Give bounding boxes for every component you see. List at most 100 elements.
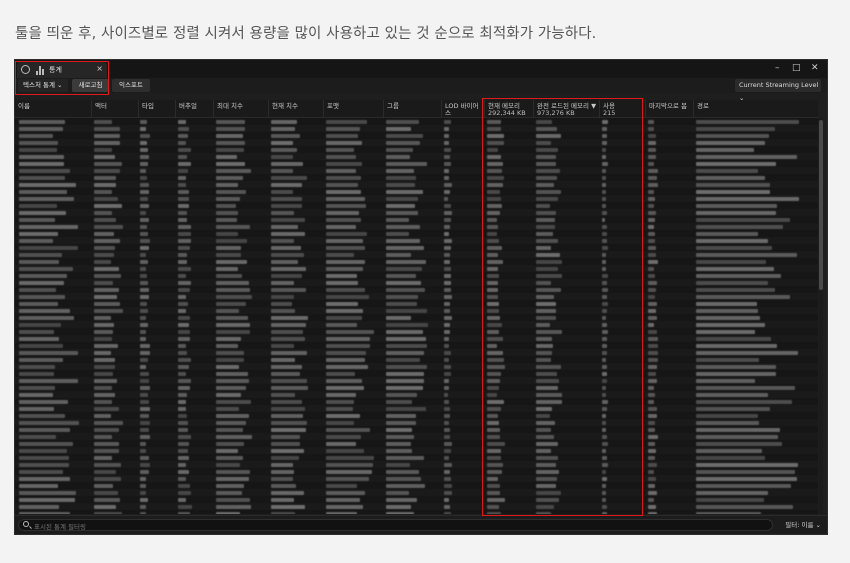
table-cell: [216, 162, 245, 166]
table-row[interactable]: [15, 342, 818, 349]
table-row[interactable]: [15, 391, 818, 398]
table-cell: [178, 358, 192, 362]
table-row[interactable]: [15, 272, 818, 279]
filter-dropdown[interactable]: 필터: 이름 ⌄: [785, 519, 821, 529]
table-row[interactable]: [15, 370, 818, 377]
table-row[interactable]: [15, 293, 818, 300]
table-row[interactable]: [15, 202, 818, 209]
table-row[interactable]: [15, 286, 818, 293]
table-row[interactable]: [15, 405, 818, 412]
table-cell: [140, 260, 149, 264]
table-row[interactable]: [15, 209, 818, 216]
table-row[interactable]: [15, 153, 818, 160]
column-max-dimension[interactable]: 최대 치수: [213, 100, 268, 117]
table-row[interactable]: [15, 307, 818, 314]
column-format[interactable]: 포맷: [323, 100, 383, 117]
export-button[interactable]: 익스포트: [112, 79, 150, 92]
table-row[interactable]: [15, 433, 818, 440]
table-cell: [178, 386, 190, 390]
table-row[interactable]: [15, 398, 818, 405]
column-current-dimension[interactable]: 현재 치수: [268, 100, 323, 117]
column-type[interactable]: 타입: [138, 100, 175, 117]
table-row[interactable]: [15, 265, 818, 272]
table-row[interactable]: [15, 244, 818, 251]
footer-bar: 표시된 통계 필터링 필터: 이름 ⌄: [15, 515, 827, 534]
table-row[interactable]: [15, 496, 818, 503]
table-row[interactable]: [15, 125, 818, 132]
table-row[interactable]: [15, 447, 818, 454]
table-cell: [326, 379, 363, 383]
table-row[interactable]: [15, 440, 818, 447]
table-row[interactable]: [15, 174, 818, 181]
table-row[interactable]: [15, 321, 818, 328]
scrollbar-thumb[interactable]: [819, 120, 823, 290]
table-cell: [178, 344, 187, 348]
column-last-seen[interactable]: 마지막으로 봄: [645, 100, 693, 117]
table-row[interactable]: [15, 356, 818, 363]
column-lod-bias[interactable]: LOD 바이어스: [441, 100, 484, 117]
table-row[interactable]: [15, 216, 818, 223]
minimize-button[interactable]: –: [775, 63, 780, 73]
table-row[interactable]: [15, 279, 818, 286]
table-cell: [386, 442, 412, 446]
table-cell: [326, 400, 354, 404]
table-row[interactable]: [15, 132, 818, 139]
table-row[interactable]: [15, 181, 818, 188]
table-cell: [444, 148, 452, 152]
table-row[interactable]: [15, 314, 818, 321]
table-row[interactable]: [15, 160, 818, 167]
table-row[interactable]: [15, 146, 818, 153]
table-row[interactable]: [15, 412, 818, 419]
table-cell: [140, 379, 150, 383]
table-row[interactable]: [15, 461, 818, 468]
table-cell: [178, 498, 187, 502]
maximize-button[interactable]: □: [792, 63, 801, 73]
table-cell: [140, 197, 148, 201]
table-cell: [648, 148, 656, 152]
table-row[interactable]: [15, 195, 818, 202]
table-row[interactable]: [15, 258, 818, 265]
table-row[interactable]: [15, 335, 818, 342]
column-name[interactable]: 이름: [15, 100, 91, 117]
filter-search-input[interactable]: 표시된 통계 필터링: [18, 519, 773, 531]
column-virtual[interactable]: 버추얼: [175, 100, 213, 117]
close-button[interactable]: ✕: [811, 63, 819, 73]
table-row[interactable]: [15, 363, 818, 370]
table-row[interactable]: [15, 377, 818, 384]
table-row[interactable]: [15, 223, 818, 230]
table-row[interactable]: [15, 118, 818, 125]
table-cell: [444, 421, 450, 425]
table-row[interactable]: [15, 349, 818, 356]
table-row[interactable]: [15, 426, 818, 433]
column-group[interactable]: 그룹: [383, 100, 441, 117]
table-row[interactable]: [15, 328, 818, 335]
table-cell: [94, 491, 119, 495]
streaming-level-dropdown[interactable]: Current Streaming Level ⌄: [735, 79, 821, 102]
table-row[interactable]: [15, 468, 818, 475]
table-row[interactable]: [15, 300, 818, 307]
table-row[interactable]: [15, 167, 818, 174]
table-row[interactable]: [15, 419, 818, 426]
table-row[interactable]: [15, 489, 818, 496]
table-cell: [648, 442, 656, 446]
stats-table-body[interactable]: [15, 118, 818, 514]
table-row[interactable]: [15, 230, 818, 237]
table-row[interactable]: [15, 139, 818, 146]
table-cell: [696, 267, 775, 271]
table-row[interactable]: [15, 237, 818, 244]
table-row[interactable]: [15, 188, 818, 195]
table-row[interactable]: [15, 482, 818, 489]
table-cell: [178, 400, 187, 404]
vertical-scrollbar[interactable]: [819, 118, 823, 514]
table-row[interactable]: [15, 510, 818, 514]
table-row[interactable]: [15, 475, 818, 482]
table-row[interactable]: [15, 503, 818, 510]
table-cell: [94, 127, 120, 131]
column-path[interactable]: 경로: [693, 100, 818, 117]
table-cell: [444, 134, 450, 138]
table-row[interactable]: [15, 384, 818, 391]
table-row[interactable]: [15, 454, 818, 461]
table-cell: [696, 288, 775, 292]
table-row[interactable]: [15, 251, 818, 258]
column-actor[interactable]: 액터: [91, 100, 138, 117]
